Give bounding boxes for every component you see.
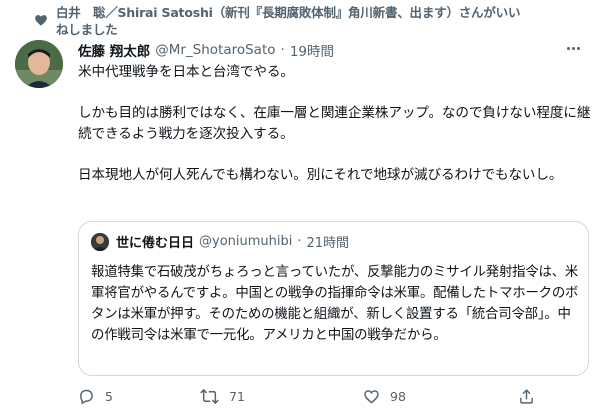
tweet-header: 佐藤 翔太郎 @Mr_ShotaroSato · 19時間 xyxy=(78,40,334,60)
quoted-tweet[interactable]: 世に倦む日日 @yoniumuhibi · 21時間 報道特集で石破茂がちょろっ… xyxy=(78,221,589,376)
tweet-paragraph: 日本現地人が何人死んでも構わない。別にそれで地球が滅びるわけでもないし。 xyxy=(78,167,563,183)
author-name[interactable]: 佐藤 翔太郎 xyxy=(78,40,150,60)
like-button[interactable]: 98 xyxy=(363,388,518,405)
quoted-author-name: 世に倦む日日 xyxy=(116,236,195,251)
separator: · xyxy=(297,234,302,249)
quoted-author-handle: @yoniumuhibi xyxy=(199,234,293,249)
separator: · xyxy=(280,42,285,58)
like-count: 98 xyxy=(390,389,406,404)
tweet-time[interactable]: 19時間 xyxy=(290,40,334,60)
share-button[interactable] xyxy=(518,388,545,405)
social-context: 白井 聡／Shirai Satoshi（新刊『長期腐敗体制』角川新書、出ます）さ… xyxy=(35,4,526,38)
like-icon xyxy=(364,390,379,404)
more-dot xyxy=(571,46,575,50)
tweet-text: 米中代理戦争を日本と台湾でやる。 しかも目的は勝利ではなく、在庫一層と関連企業株… xyxy=(78,62,593,186)
avatar[interactable] xyxy=(15,40,63,88)
retweet-count: 71 xyxy=(229,389,245,404)
reply-button[interactable]: 5 xyxy=(78,388,200,405)
more-options-button[interactable] xyxy=(563,40,583,56)
tweet-actions: 5 71 98 xyxy=(78,388,545,405)
retweet-icon xyxy=(200,388,219,405)
share-icon xyxy=(520,389,533,404)
reply-count: 5 xyxy=(105,389,113,404)
quoted-tweet-header: 世に倦む日日 @yoniumuhibi · 21時間 xyxy=(91,232,349,251)
author-handle[interactable]: @Mr_ShotaroSato xyxy=(155,42,275,58)
quoted-avatar xyxy=(91,232,109,251)
retweet-button[interactable]: 71 xyxy=(200,388,363,405)
quoted-tweet-time: 21時間 xyxy=(306,236,350,251)
heart-icon xyxy=(34,12,48,26)
tweet-paragraph: 米中代理戦争を日本と台湾でやる。 xyxy=(78,64,294,80)
social-context-text[interactable]: 白井 聡／Shirai Satoshi（新刊『長期腐敗体制』角川新書、出ます）さ… xyxy=(56,4,526,38)
more-dot xyxy=(576,46,580,50)
more-dot xyxy=(566,46,570,50)
tweet-paragraph: しかも目的は勝利ではなく、在庫一層と関連企業株アップ。なので負けない程度に継続で… xyxy=(78,105,591,142)
reply-icon xyxy=(80,389,93,405)
quoted-tweet-text: 報道特集で石破茂がちょろっと言っていたが、反撃能力のミサイル発射指令は、米軍将官… xyxy=(91,265,579,343)
